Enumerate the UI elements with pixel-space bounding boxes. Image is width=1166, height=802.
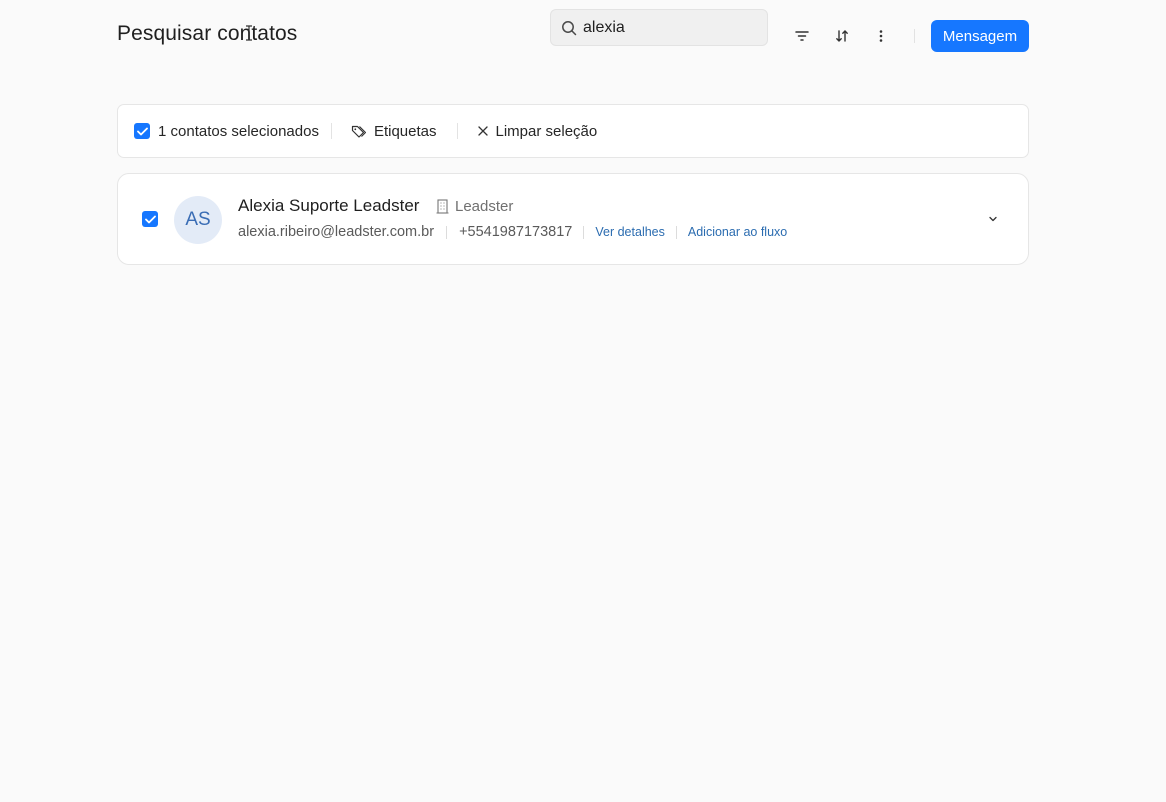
filter-button[interactable]	[789, 23, 815, 49]
building-icon	[436, 199, 449, 214]
selected-count-label: 1 contatos selecionados	[158, 122, 319, 140]
info-divider	[583, 225, 585, 239]
avatar: AS	[174, 196, 222, 244]
contact-card: AS Alexia Suporte Leadster Leadster alex…	[117, 173, 1029, 265]
expand-contact-button[interactable]	[984, 210, 1002, 228]
info-divider	[675, 225, 677, 239]
text-cursor-icon	[246, 25, 252, 41]
sort-icon	[836, 30, 848, 42]
company-name: Leadster	[455, 198, 514, 215]
add-to-flow-link[interactable]: Adicionar ao fluxo	[688, 225, 787, 239]
more-vertical-icon	[879, 30, 883, 42]
contact-checkbox[interactable]	[142, 211, 158, 227]
close-icon	[477, 126, 488, 136]
clear-selection-label: Limpar seleção	[495, 122, 598, 140]
check-icon	[136, 127, 148, 135]
bar-divider	[456, 123, 458, 139]
check-icon	[144, 215, 156, 223]
company-info: Leadster	[436, 198, 513, 215]
bar-divider	[330, 123, 332, 139]
tag-icon	[351, 125, 366, 138]
search-input[interactable]	[583, 18, 753, 37]
clear-selection-button[interactable]: Limpar seleção	[477, 122, 598, 140]
search-icon	[562, 20, 577, 35]
view-details-link[interactable]: Ver detalhes	[595, 225, 665, 239]
message-button[interactable]: Mensagem	[931, 20, 1029, 52]
tags-button[interactable]: Etiquetas	[351, 123, 437, 140]
page-title: Pesquisar contatos	[117, 22, 298, 45]
search-box[interactable]	[550, 9, 768, 46]
contacts-page: Pesquisar contatos Mensagem	[0, 0, 1166, 802]
chevron-down-icon	[989, 216, 997, 222]
header-divider	[914, 29, 915, 43]
contact-name: Alexia Suporte Leadster	[238, 196, 420, 215]
tags-button-label: Etiquetas	[373, 122, 437, 140]
sort-button[interactable]	[829, 23, 855, 49]
contact-info-row: alexia.ribeiro@leadster.com.br +55419871…	[238, 224, 787, 240]
select-all-checkbox[interactable]	[134, 123, 150, 139]
contact-email: alexia.ribeiro@leadster.com.br	[238, 224, 435, 240]
more-options-button[interactable]	[868, 23, 894, 49]
filter-icon	[795, 31, 809, 41]
contact-phone: +5541987173817	[459, 224, 573, 240]
info-divider	[446, 225, 448, 239]
selection-bar: 1 contatos selecionados Etiquetas Limpar…	[117, 104, 1029, 158]
